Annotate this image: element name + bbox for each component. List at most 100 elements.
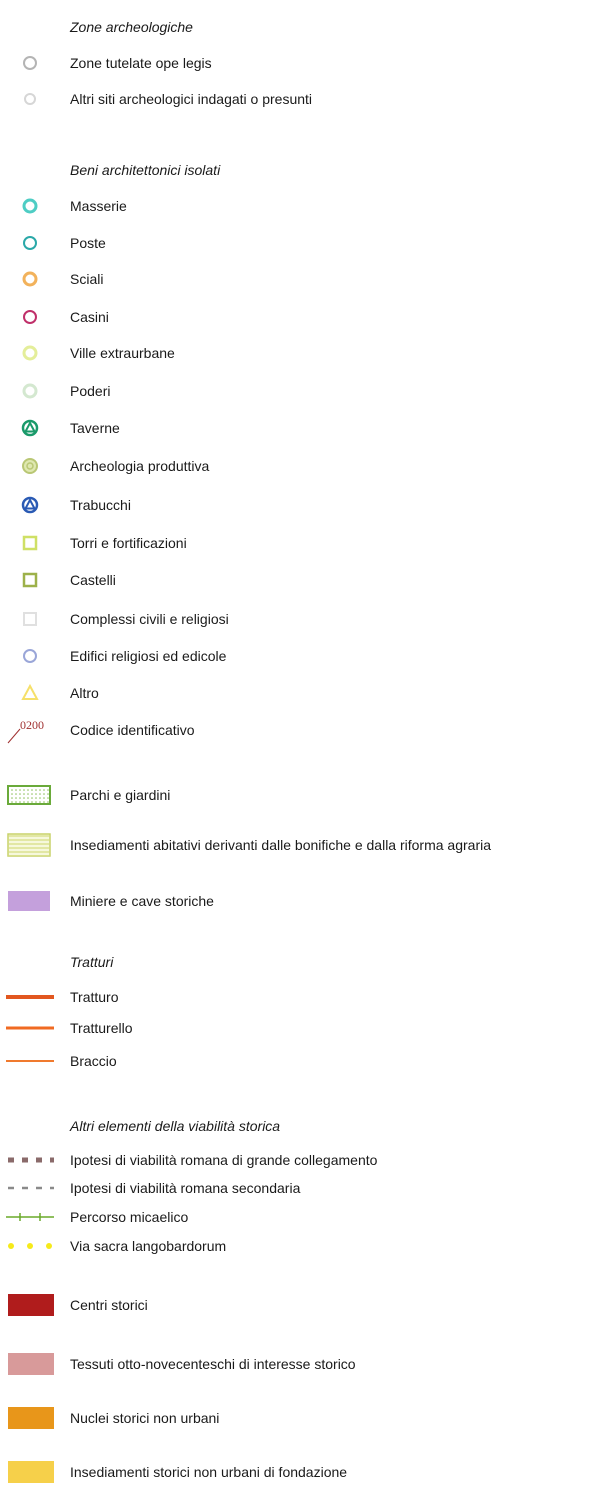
- legend-label: Poderi: [70, 383, 111, 399]
- legend-item: Via sacra langobardorum: [0, 1231, 604, 1261]
- legend-item: Tratturo: [0, 982, 604, 1012]
- legend-item: Miniere e cave storiche: [0, 886, 604, 916]
- section-title: Zone archeologiche: [70, 19, 193, 35]
- legend-item: Casini: [0, 302, 604, 332]
- square-outline-icon: [6, 565, 54, 595]
- legend-item: Insediamenti abitativi derivanti dalle b…: [0, 830, 604, 860]
- legend-label: Ipotesi di viabilità romana di grande co…: [70, 1152, 378, 1168]
- legend-label: Nuclei storici non urbani: [70, 1410, 220, 1426]
- circle-outline-icon: [6, 302, 54, 332]
- section-title: Altri elementi della viabilità storica: [70, 1118, 281, 1134]
- legend-item: Taverne: [0, 413, 604, 443]
- legend-item: Torri e fortificazioni: [0, 528, 604, 558]
- legend-item: Edifici religiosi ed edicole: [0, 641, 604, 671]
- dash-line-icon: [6, 1173, 54, 1203]
- legend-item: Parchi e giardini: [0, 780, 604, 810]
- thin-line-icon: [6, 1046, 54, 1076]
- legend-label: Ville extraurbane: [70, 345, 175, 361]
- section-title-tratturi: Tratturi: [0, 947, 604, 977]
- legend-item: Altri siti archeologici indagati o presu…: [0, 84, 604, 114]
- legend-item: Castelli: [0, 565, 604, 595]
- legend-item-code: 0200 Codice identificativo: [0, 715, 604, 745]
- section-title-viabilita: Altri elementi della viabilità storica: [0, 1111, 604, 1141]
- legend-item: Poderi: [0, 376, 604, 406]
- legend-item: Centri storici: [0, 1290, 604, 1320]
- section-title-beni-architettonici: Beni architettonici isolati: [0, 155, 604, 185]
- legend-label: Casini: [70, 309, 109, 325]
- legend-item: Archeologia produttiva: [0, 451, 604, 481]
- legend-label: Tratturello: [70, 1020, 133, 1036]
- legend-label: Poste: [70, 235, 106, 251]
- legend-label: Edifici religiosi ed edicole: [70, 648, 227, 664]
- legend-item: Altro: [0, 678, 604, 708]
- code-label-icon: 0200: [6, 715, 54, 745]
- legend-item: Tratturello: [0, 1013, 604, 1043]
- thick-line-icon: [6, 982, 54, 1012]
- filled-box-icon: [6, 1403, 54, 1433]
- filled-box-icon: [6, 886, 54, 916]
- legend-label: Complessi civili e religiosi: [70, 611, 229, 627]
- legend-label: Insediamenti abitativi derivanti dalle b…: [70, 837, 492, 853]
- legend-label: Insediamenti storici non urbani di fonda…: [70, 1464, 348, 1480]
- legend-label: Centri storici: [70, 1297, 148, 1313]
- legend-label: Ipotesi di viabilità romana secondaria: [70, 1180, 301, 1196]
- legend-label: Torri e fortificazioni: [70, 535, 187, 551]
- circle-outline-icon: [6, 376, 54, 406]
- legend-label: Sciali: [70, 271, 104, 287]
- filled-box-icon: [6, 1290, 54, 1320]
- circle-outline-icon: [6, 338, 54, 368]
- legend-label: Trabucchi: [70, 497, 131, 513]
- legend-label: Braccio: [70, 1053, 117, 1069]
- legend-label: Via sacra langobardorum: [70, 1238, 227, 1254]
- legend-label: Altri siti archeologici indagati o presu…: [70, 91, 313, 107]
- legend-item: Tessuti otto-novecenteschi di interesse …: [0, 1349, 604, 1379]
- legend-item: Percorso micaelico: [0, 1202, 604, 1232]
- legend-item: Ipotesi di viabilità romana di grande co…: [0, 1145, 604, 1175]
- legend-item: Trabucchi: [0, 490, 604, 520]
- legend-label: Parchi e giardini: [70, 787, 171, 803]
- legend-item: Complessi civili e religiosi: [0, 604, 604, 634]
- gear-circle-icon: [6, 451, 54, 481]
- triangle-outline-icon: [6, 678, 54, 708]
- circle-outline-icon: [6, 48, 54, 78]
- legend-item: Zone tutelate ope legis: [0, 48, 604, 78]
- circle-outline-icon: [6, 264, 54, 294]
- circle-outline-icon: [6, 191, 54, 221]
- square-dash-line-icon: [6, 1145, 54, 1175]
- legend-item: Braccio: [0, 1046, 604, 1076]
- circle-outline-icon: [6, 84, 54, 114]
- filled-box-icon: [6, 1457, 54, 1487]
- legend-label: Altro: [70, 685, 99, 701]
- legend-label: Castelli: [70, 572, 116, 588]
- dotted-box-icon: [6, 780, 54, 810]
- circle-outline-icon: [6, 228, 54, 258]
- legend-item: Masserie: [0, 191, 604, 221]
- medium-line-icon: [6, 1013, 54, 1043]
- legend-label: Zone tutelate ope legis: [70, 55, 212, 71]
- legend-item: Sciali: [0, 264, 604, 294]
- legend-label: Codice identificativo: [70, 722, 195, 738]
- triangle-in-circle-icon: [6, 413, 54, 443]
- triangle-in-circle-icon: [6, 490, 54, 520]
- legend-item: Ipotesi di viabilità romana secondaria: [0, 1173, 604, 1203]
- legend-label: Percorso micaelico: [70, 1209, 189, 1225]
- square-outline-icon: [6, 604, 54, 634]
- legend-item: Poste: [0, 228, 604, 258]
- section-title-zone-archeologiche: Zone archeologiche: [0, 12, 604, 42]
- legend-label: Tratturo: [70, 989, 119, 1005]
- filled-box-icon: [6, 1349, 54, 1379]
- legend-label: Tessuti otto-novecenteschi di interesse …: [70, 1356, 356, 1372]
- legend-label: Miniere e cave storiche: [70, 893, 214, 909]
- legend-label: Taverne: [70, 420, 120, 436]
- section-title: Tratturi: [70, 954, 114, 970]
- section-title: Beni architettonici isolati: [70, 162, 221, 178]
- tick-line-icon: [6, 1202, 54, 1232]
- striped-box-icon: [6, 830, 54, 860]
- legend-item: Nuclei storici non urbani: [0, 1403, 604, 1433]
- code-sample: 0200: [20, 718, 44, 732]
- circle-outline-icon: [6, 641, 54, 671]
- legend-item: Ville extraurbane: [0, 338, 604, 368]
- square-outline-icon: [6, 528, 54, 558]
- legend-item: Insediamenti storici non urbani di fonda…: [0, 1457, 604, 1487]
- legend-label: Masserie: [70, 198, 127, 214]
